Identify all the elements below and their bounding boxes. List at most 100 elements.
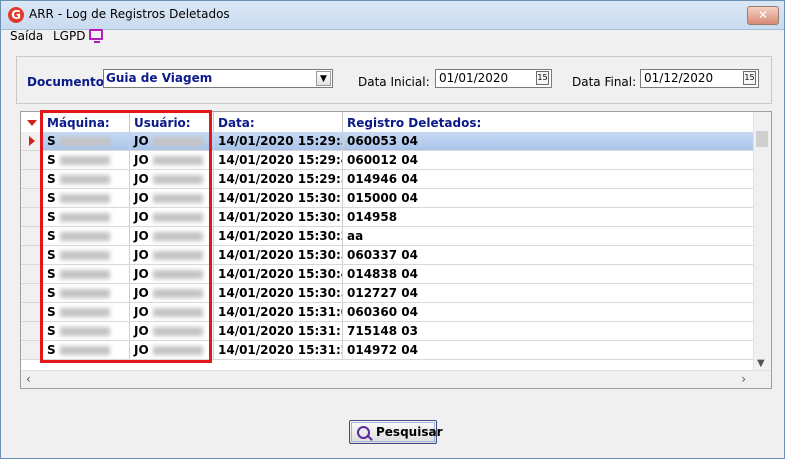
close-button[interactable]: ✕ [747,6,779,25]
scroll-thumb[interactable] [756,131,768,147]
cell-usuario[interactable]: JO [130,341,214,359]
chevron-down-icon[interactable]: ▼ [757,358,765,369]
cell-usuario[interactable]: JO [130,189,214,207]
table-row[interactable]: S JO 14/01/2020 15:30:10 015000 04 [21,189,756,208]
cell-registro[interactable]: 012727 04 [343,284,756,302]
column-registro[interactable]: Registro Deletados: [343,112,756,132]
cell-registro[interactable]: 014838 04 [343,265,756,283]
calendar-icon[interactable]: 15 [536,71,549,85]
row-indicator[interactable] [21,189,43,207]
table-row[interactable]: S JO 14/01/2020 15:30:28 aa [21,227,756,246]
chevron-left-icon[interactable]: ‹ [26,372,31,386]
cell-usuario[interactable]: JO [130,322,214,340]
chevron-right-icon[interactable]: › [741,372,746,386]
window-title: ARR - Log de Registros Deletados [29,7,230,21]
search-button[interactable]: Pesquisar [349,420,442,444]
cell-data[interactable]: 14/01/2020 15:30:28 [214,227,343,245]
cell-usuario[interactable]: JO [130,246,214,264]
cell-data[interactable]: 14/01/2020 15:29:39 [214,132,343,150]
table-row[interactable]: S JO 14/01/2020 15:31:03 060360 04 [21,303,756,322]
cell-usuario[interactable]: JO [130,303,214,321]
cell-usuario[interactable]: JO [130,132,214,150]
row-indicator[interactable] [21,227,43,245]
cell-data[interactable]: 14/01/2020 15:30:57 [214,284,343,302]
cell-data[interactable]: 14/01/2020 15:30:35 [214,246,343,264]
calendar-icon[interactable]: 15 [743,71,756,85]
vertical-scrollbar[interactable]: ▼ [753,112,771,371]
cell-usuario[interactable]: JO [130,265,214,283]
row-indicator[interactable] [21,303,43,321]
cell-registro[interactable]: 060053 04 [343,132,756,150]
cell-registro[interactable]: 014958 [343,208,756,226]
cell-usuario[interactable]: JO [130,227,214,245]
cell-maquina[interactable]: S [43,151,130,169]
column-data[interactable]: Data: [214,112,343,132]
records-grid[interactable]: Máquina: Usuário: Data: Registro Deletad… [20,111,772,389]
sort-indicator[interactable] [21,112,43,132]
row-indicator[interactable] [21,341,43,359]
row-indicator[interactable] [21,284,43,302]
column-usuario[interactable]: Usuário: [130,112,214,132]
horizontal-scrollbar[interactable]: ‹ › [21,370,771,388]
row-indicator[interactable] [21,170,43,188]
menu-lgpd[interactable]: LGPD [53,29,85,43]
chevron-down-icon[interactable]: ▼ [316,71,331,86]
data-final-field[interactable]: 01/12/2020 15 [640,69,759,88]
cell-usuario[interactable]: JO [130,170,214,188]
table-row[interactable]: S JO 14/01/2020 15:31:23 014972 04 [21,341,756,360]
table-row[interactable]: S JO 14/01/2020 15:30:57 012727 04 [21,284,756,303]
cell-registro[interactable]: aa [343,227,756,245]
cell-maquina[interactable]: S [43,170,130,188]
cell-maquina[interactable]: S [43,265,130,283]
cell-registro[interactable]: 014946 04 [343,170,756,188]
documento-select[interactable]: Guia de Viagem ▼ [103,69,333,88]
row-indicator[interactable] [21,265,43,283]
redacted-text [152,175,203,184]
cell-registro[interactable]: 060360 04 [343,303,756,321]
cell-maquina[interactable]: S [43,322,130,340]
cell-data[interactable]: 14/01/2020 15:29:46 [214,151,343,169]
redacted-text [59,175,110,184]
cell-maquina[interactable]: S [43,246,130,264]
cell-maquina[interactable]: S [43,341,130,359]
row-indicator[interactable] [21,246,43,264]
cell-data[interactable]: 14/01/2020 15:31:23 [214,341,343,359]
cell-usuario[interactable]: JO [130,208,214,226]
data-inicial-field[interactable]: 01/01/2020 15 [435,69,552,88]
row-indicator[interactable] [21,132,43,150]
cell-usuario-text: JO [134,305,149,319]
row-indicator[interactable] [21,322,43,340]
cell-registro[interactable]: 015000 04 [343,189,756,207]
table-row[interactable]: S JO 14/01/2020 15:30:35 060337 04 [21,246,756,265]
column-maquina[interactable]: Máquina: [43,112,130,132]
table-row[interactable]: S JO 14/01/2020 15:30:49 014838 04 [21,265,756,284]
cell-data[interactable]: 14/01/2020 15:31:03 [214,303,343,321]
cell-maquina[interactable]: S [43,227,130,245]
menu-saida[interactable]: Saída [10,29,43,43]
row-indicator[interactable] [21,208,43,226]
cell-data-text: 14/01/2020 15:30:49 [218,267,342,281]
cell-data[interactable]: 14/01/2020 15:31:15 [214,322,343,340]
cell-maquina[interactable]: S [43,303,130,321]
table-row[interactable]: S JO 14/01/2020 15:30:19 014958 [21,208,756,227]
cell-data[interactable]: 14/01/2020 15:30:10 [214,189,343,207]
cell-registro[interactable]: 715148 03 [343,322,756,340]
cell-registro[interactable]: 060012 04 [343,151,756,169]
cell-maquina[interactable]: S [43,284,130,302]
table-row[interactable]: S JO 14/01/2020 15:29:39 060053 04 [21,132,756,151]
cell-registro[interactable]: 060337 04 [343,246,756,264]
table-row[interactable]: S JO 14/01/2020 15:29:53 014946 04 [21,170,756,189]
cell-usuario[interactable]: JO [130,151,214,169]
cell-maquina[interactable]: S [43,208,130,226]
monitor-icon[interactable] [89,29,103,43]
row-indicator[interactable] [21,151,43,169]
cell-data[interactable]: 14/01/2020 15:29:53 [214,170,343,188]
cell-data[interactable]: 14/01/2020 15:30:49 [214,265,343,283]
cell-data[interactable]: 14/01/2020 15:30:19 [214,208,343,226]
cell-maquina[interactable]: S [43,189,130,207]
table-row[interactable]: S JO 14/01/2020 15:29:46 060012 04 [21,151,756,170]
cell-registro[interactable]: 014972 04 [343,341,756,359]
cell-maquina[interactable]: S [43,132,130,150]
table-row[interactable]: S JO 14/01/2020 15:31:15 715148 03 [21,322,756,341]
cell-usuario[interactable]: JO [130,284,214,302]
